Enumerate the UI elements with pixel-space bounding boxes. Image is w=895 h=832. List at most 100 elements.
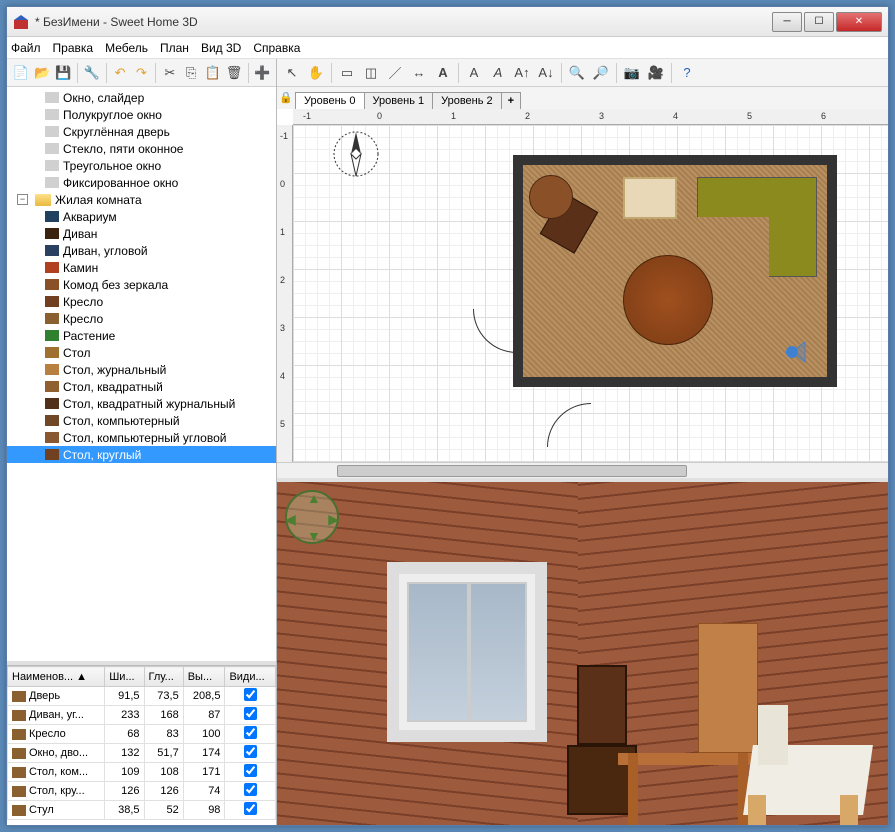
furniture-table[interactable]: Наименов... ▲Ши...Глу...Вы...Види...Двер… — [7, 665, 276, 825]
undo-button[interactable]: ↶ — [110, 62, 129, 84]
tree-item[interactable]: Комод без зеркала — [7, 276, 276, 293]
redo-button[interactable]: ↷ — [132, 62, 151, 84]
maximize-button[interactable]: ☐ — [804, 12, 834, 32]
paste-button[interactable]: 📋 — [203, 62, 222, 84]
visible-checkbox[interactable] — [244, 745, 257, 758]
tree-item[interactable]: Камин — [7, 259, 276, 276]
table-row[interactable]: Стол, кру...12612674 — [8, 782, 276, 801]
text-tool[interactable]: A — [432, 62, 454, 84]
col-header[interactable]: Наименов... ▲ — [8, 667, 105, 687]
tree-item[interactable]: Скруглённая дверь — [7, 123, 276, 140]
table-row[interactable]: Окно, дво...13251,7174 — [8, 744, 276, 763]
bold-icon[interactable]: A — [463, 62, 485, 84]
camera-button[interactable]: 📷 — [621, 62, 643, 84]
select-tool[interactable]: ↖ — [281, 62, 303, 84]
add-furniture-button[interactable]: ➕ — [253, 62, 272, 84]
dimension-tool[interactable]: ↔ — [408, 62, 430, 84]
visible-checkbox[interactable] — [244, 707, 257, 720]
prefs-button[interactable]: 🔧 — [82, 62, 101, 84]
room-tool[interactable]: ◫ — [360, 62, 382, 84]
visible-checkbox[interactable] — [244, 726, 257, 739]
room[interactable]: 18,93 м² — [513, 155, 837, 387]
table-row[interactable]: Кресло6883100 — [8, 725, 276, 744]
furn-desk[interactable] — [623, 177, 677, 219]
new-button[interactable]: 📄 — [11, 62, 30, 84]
col-header[interactable]: Види... — [225, 667, 276, 687]
plan-canvas[interactable]: -101234567 -10123456 18,93 м² — [277, 109, 888, 462]
tree-item[interactable]: Стол — [7, 344, 276, 361]
italic-icon[interactable]: A — [487, 62, 509, 84]
save-button[interactable]: 💾 — [54, 62, 73, 84]
tree-item[interactable]: Полукруглое окно — [7, 106, 276, 123]
tree-item[interactable]: Диван — [7, 225, 276, 242]
video-button[interactable]: 🎥 — [645, 62, 667, 84]
decrease-icon[interactable]: A↓ — [535, 62, 557, 84]
delete-button[interactable]: 🗑 — [224, 62, 243, 84]
view-3d[interactable]: ▲ ▼ ◀ ▶ — [277, 482, 888, 825]
polyline-tool[interactable]: ／ — [384, 62, 406, 84]
nav-right-icon[interactable]: ▶ — [328, 511, 339, 528]
nav-left-icon[interactable]: ◀ — [285, 511, 296, 528]
tree-item[interactable]: Фиксированное окно — [7, 174, 276, 191]
tree-item[interactable]: Растение — [7, 327, 276, 344]
tree-item[interactable]: Кресло — [7, 293, 276, 310]
plan-scrollbar-h[interactable] — [277, 462, 888, 478]
collapse-icon[interactable]: − — [17, 194, 28, 205]
copy-button[interactable]: ⎘ — [181, 62, 200, 84]
tree-item[interactable]: Диван, угловой — [7, 242, 276, 259]
table-row[interactable]: Диван, уг...23316887 — [8, 706, 276, 725]
table-row[interactable]: Дверь91,573,5208,5 — [8, 687, 276, 706]
lock-icon[interactable]: 🔒 — [279, 91, 293, 104]
furn-corner-table[interactable] — [529, 175, 573, 219]
furn-camera[interactable] — [777, 337, 807, 367]
menu-edit[interactable]: Правка — [53, 41, 94, 55]
help-button[interactable]: ? — [676, 62, 698, 84]
tree-item[interactable]: Стол, компьютерный угловой — [7, 429, 276, 446]
tree-folder[interactable]: −Жилая комната — [7, 191, 276, 208]
table-row[interactable]: Стул38,55298 — [8, 801, 276, 820]
tab-add-level[interactable]: + — [501, 92, 521, 109]
catalog-tree[interactable]: Окно, слайдерПолукруглое окноСкруглённая… — [7, 87, 276, 665]
menu-furniture[interactable]: Мебель — [105, 41, 148, 55]
table-row[interactable]: Стол, ком...109108171 — [8, 763, 276, 782]
col-header[interactable]: Глу... — [144, 667, 183, 687]
zoom-out-button[interactable]: 🔎 — [590, 62, 612, 84]
tree-item[interactable]: Стол, круглый — [7, 446, 276, 463]
visible-checkbox[interactable] — [244, 783, 257, 796]
furn-round-table[interactable] — [623, 255, 713, 345]
open-button[interactable]: 📂 — [32, 62, 51, 84]
menu-3dview[interactable]: Вид 3D — [201, 41, 241, 55]
visible-checkbox[interactable] — [244, 802, 257, 815]
wall-tool[interactable]: ▭ — [336, 62, 358, 84]
menu-plan[interactable]: План — [160, 41, 189, 55]
level-tabs: 🔒 Уровень 0 Уровень 1 Уровень 2 + — [277, 87, 888, 109]
menu-help[interactable]: Справка — [253, 41, 300, 55]
cut-button[interactable]: ✂ — [160, 62, 179, 84]
col-header[interactable]: Ши... — [105, 667, 144, 687]
tree-item[interactable]: Стекло, пяти оконное — [7, 140, 276, 157]
tree-item[interactable]: Стол, компьютерный — [7, 412, 276, 429]
tree-item[interactable]: Окно, слайдер — [7, 89, 276, 106]
visible-checkbox[interactable] — [244, 688, 257, 701]
tree-item[interactable]: Аквариум — [7, 208, 276, 225]
tab-level-1[interactable]: Уровень 1 — [364, 92, 434, 109]
tab-level-0[interactable]: Уровень 0 — [295, 92, 365, 109]
increase-icon[interactable]: A↑ — [511, 62, 533, 84]
tree-item[interactable]: Кресло — [7, 310, 276, 327]
nav-widget[interactable]: ▲ ▼ ◀ ▶ — [285, 490, 339, 544]
close-button[interactable]: ✕ — [836, 12, 882, 32]
minimize-button[interactable]: ─ — [772, 12, 802, 32]
nav-down-icon[interactable]: ▼ — [307, 528, 321, 544]
tree-item[interactable]: Треугольное окно — [7, 157, 276, 174]
tree-item[interactable]: Стол, квадратный журнальный — [7, 395, 276, 412]
menu-file[interactable]: Файл — [11, 41, 41, 55]
tree-item[interactable]: Стол, журнальный — [7, 361, 276, 378]
col-header[interactable]: Вы... — [183, 667, 225, 687]
nav-up-icon[interactable]: ▲ — [307, 490, 321, 506]
tree-item[interactable]: Стол, квадратный — [7, 378, 276, 395]
compass-icon[interactable] — [331, 129, 381, 179]
tab-level-2[interactable]: Уровень 2 — [432, 92, 502, 109]
pan-tool[interactable]: ✋ — [305, 62, 327, 84]
visible-checkbox[interactable] — [244, 764, 257, 777]
zoom-in-button[interactable]: 🔍 — [566, 62, 588, 84]
